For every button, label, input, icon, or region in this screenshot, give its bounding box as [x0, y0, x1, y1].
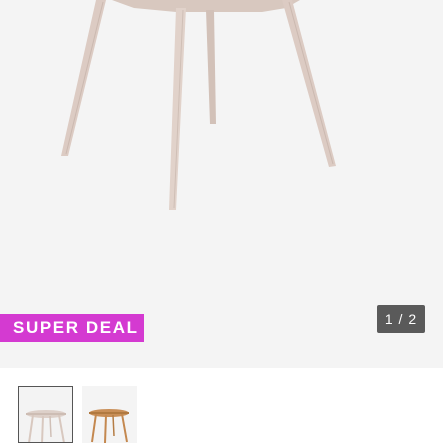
thumbnail-oak-table[interactable]: [82, 386, 137, 443]
table-leg-right: [282, 0, 336, 167]
table-leg-left: [61, 0, 106, 156]
table-leg-back: [206, 10, 216, 124]
table-leg-front: [169, 8, 186, 210]
table-top-edge: [112, 0, 300, 12]
product-image-gallery[interactable]: SUPER DEAL 1 / 2: [0, 0, 443, 368]
super-deal-badge: SUPER DEAL: [0, 314, 144, 342]
white-table-thumbnail-image: [26, 410, 66, 442]
thumbnail-strip: [18, 386, 137, 443]
oak-table-thumbnail-image: [89, 409, 129, 443]
thumbnail-white-table[interactable]: [18, 386, 73, 443]
slide-counter: 1 / 2: [377, 305, 425, 333]
